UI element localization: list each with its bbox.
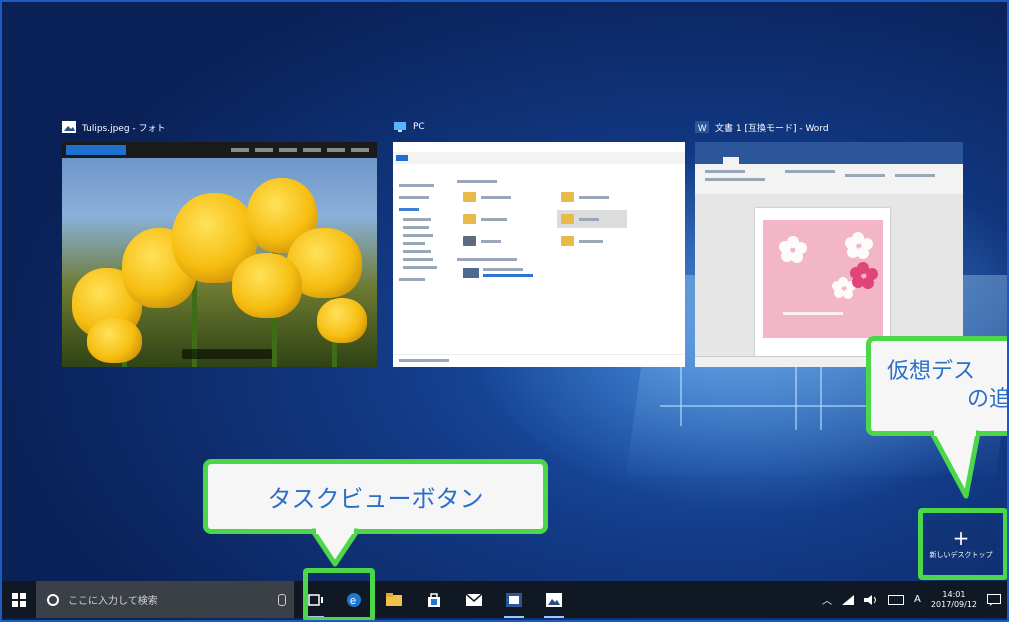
taskbar-mail[interactable]: [454, 581, 494, 618]
taskview-callout: タスクビューボタン: [203, 459, 548, 534]
taskbar: ここに入力して検索 e ︿ A 14:01 2017/09/12: [2, 581, 1007, 618]
svg-text:W: W: [698, 123, 707, 133]
task-view-screen: Tulips.jpeg - フォト PC W 文書 1 [互換モード] - Wo…: [0, 0, 1009, 622]
photos-toolbar: [62, 142, 377, 158]
word-icon: [506, 592, 522, 607]
new-desktop-callout: 仮想デス の追: [866, 336, 1009, 436]
window-title-bar: Tulips.jpeg - フォト: [62, 118, 166, 136]
ime-indicator[interactable]: A: [914, 594, 921, 605]
window-title: PC: [413, 122, 425, 132]
callout-text-line1: 仮想デス: [887, 359, 976, 384]
keyboard-icon[interactable]: [888, 594, 905, 605]
window-title: 文書 1 [互換モード] - Word: [715, 123, 829, 134]
taskbar-explorer[interactable]: [374, 581, 414, 618]
window-thumbnail-photos[interactable]: Tulips.jpeg - フォト: [62, 121, 377, 367]
taskbar-photos[interactable]: [534, 581, 574, 618]
taskview-callout-tail: [310, 528, 360, 567]
network-icon[interactable]: [842, 594, 855, 605]
new-desktop-callout-tail: [930, 430, 980, 499]
window-title: Tulips.jpeg - フォト: [82, 123, 166, 134]
store-bag-icon: [428, 592, 440, 607]
task-view-button-highlight: [303, 568, 375, 622]
explorer-content: [393, 142, 685, 367]
cortana-circle-icon: [47, 593, 59, 606]
folder-icon: [386, 592, 402, 606]
explorer-folders: [451, 174, 685, 355]
photos-icon: [546, 592, 562, 607]
microphone-icon: [278, 593, 286, 606]
windows-logo-icon: [12, 592, 26, 607]
explorer-nav-pane: [393, 174, 452, 355]
photo-controls: [182, 349, 272, 359]
taskbar-word[interactable]: [494, 581, 534, 618]
sakura-card: [763, 220, 883, 338]
window-thumbnail-word[interactable]: W 文書 1 [互換モード] - Word: [695, 121, 963, 367]
search-placeholder: ここに入力して検索: [68, 596, 158, 607]
word-icon: W: [695, 121, 709, 133]
new-desktop-highlight: [918, 508, 1008, 580]
action-center-icon[interactable]: [987, 593, 1001, 606]
callout-text: タスクビューボタン: [267, 485, 484, 513]
photos-content: [62, 142, 377, 367]
photos-back-button: [66, 145, 126, 155]
window-thumbnail-explorer[interactable]: PC: [393, 122, 685, 367]
tulip-photo: [62, 158, 377, 367]
window-title-bar: W 文書 1 [互換モード] - Word: [695, 118, 829, 136]
clock[interactable]: 14:01 2017/09/12: [931, 590, 977, 610]
volume-icon[interactable]: [864, 594, 878, 605]
clock-date: 2017/09/12: [930, 599, 977, 609]
explorer-pc-icon: [393, 121, 407, 133]
chevron-up-icon[interactable]: ︿: [822, 592, 832, 607]
clock-time: 14:01: [942, 589, 966, 599]
window-title-bar: PC: [393, 118, 425, 136]
start-button[interactable]: [2, 581, 36, 618]
photos-icon: [62, 121, 76, 133]
search-box[interactable]: ここに入力して検索: [36, 581, 294, 618]
word-content: [695, 142, 963, 367]
mail-icon: [466, 593, 482, 606]
system-tray: ︿ A 14:01 2017/09/12: [822, 590, 1007, 610]
callout-text-line2: の追: [967, 387, 1009, 412]
word-page: [755, 208, 890, 358]
taskbar-store[interactable]: [414, 581, 454, 618]
